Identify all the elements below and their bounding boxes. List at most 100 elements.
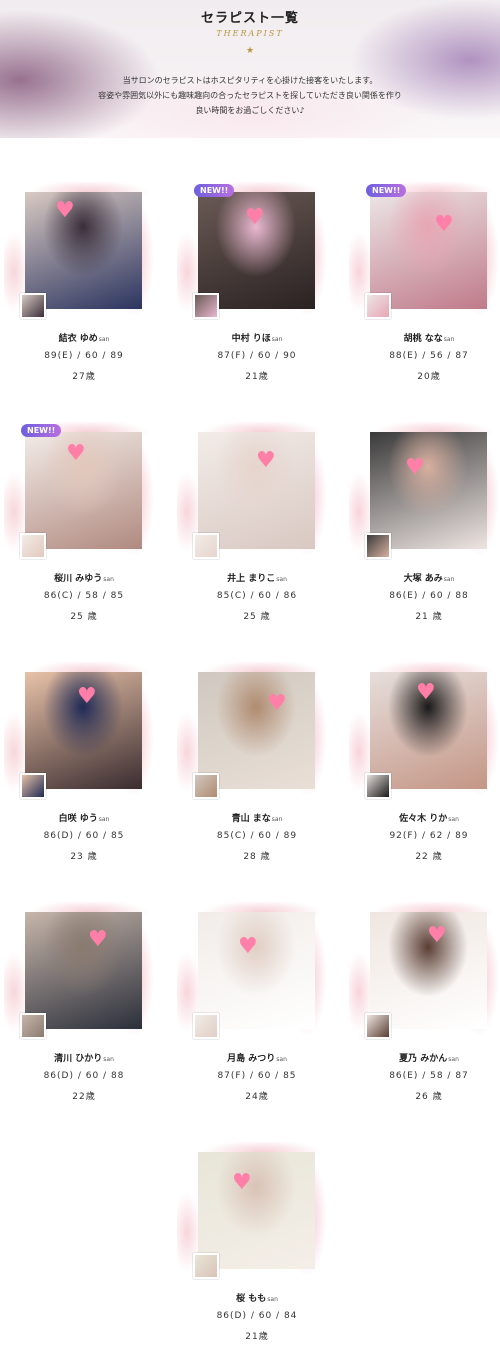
therapist-name[interactable]: 桜 ももsan (182, 1291, 332, 1304)
therapist-photo[interactable]: ♥ (198, 672, 315, 789)
therapist-measurements: 88(E) / 56 / 87 (389, 351, 469, 361)
page-title: セラピスト一覧 (200, 11, 299, 26)
heart-icon: ♥ (238, 934, 258, 959)
therapist-photo[interactable]: ♥ (198, 192, 315, 309)
therapist-card[interactable]: ♥ 夏乃 みかんsan 86(E) / 58 / 87 26 歳 (349, 902, 500, 1117)
therapist-card[interactable]: NEW!! ♥ 中村 りほsan 87(F) / 60 / 90 21歳 (177, 182, 332, 397)
san-label: san (276, 1056, 287, 1063)
therapist-age: 20歳 (417, 372, 441, 382)
therapist-name[interactable]: 結衣 ゆめsan (9, 331, 159, 344)
therapist-name[interactable]: 中村 りほsan (182, 331, 332, 344)
therapist-name[interactable]: 清川 ひかりsan (9, 1051, 159, 1064)
therapist-age: 22歳 (72, 1092, 96, 1102)
therapist-card[interactable]: NEW!! ♥ 桜川 みゆうsan 86(C) / 58 / 85 25 歳 (4, 422, 159, 637)
therapist-name[interactable]: 夏乃 みかんsan (354, 1051, 500, 1064)
therapist-name-text: 夏乃 みかん (399, 1054, 448, 1064)
therapist-age: 21歳 (245, 372, 269, 382)
therapist-thumbnail[interactable] (20, 293, 46, 319)
therapist-card[interactable]: ♥ 青山 まなsan 85(C) / 60 / 89 28 歳 (177, 662, 332, 877)
therapist-age: 26 歳 (415, 1092, 443, 1102)
heart-icon: ♥ (267, 691, 287, 716)
therapist-name-text: 青山 まな (231, 814, 271, 824)
therapist-thumbnail[interactable] (193, 1253, 219, 1279)
heart-icon: ♥ (55, 198, 75, 223)
therapist-measurements: 87(F) / 60 / 90 (217, 351, 297, 361)
page-subtitle: THERAPIST (216, 29, 284, 38)
therapist-measurements: 85(C) / 60 / 89 (216, 831, 298, 841)
therapist-card[interactable]: ♥ 桜 ももsan 86(D) / 60 / 84 21歳 (177, 1142, 332, 1357)
therapist-card[interactable]: ♥ 井上 まりこsan 85(C) / 60 / 86 25 歳 (177, 422, 332, 637)
therapist-name-text: 佐々木 りか (399, 814, 448, 824)
heart-icon: ♥ (245, 205, 265, 230)
san-label: san (98, 336, 110, 343)
therapist-thumbnail[interactable] (365, 773, 391, 799)
therapist-card[interactable]: ♥ 結衣 ゆめsan 89(E) / 60 / 89 27歳 (4, 182, 159, 397)
heart-icon: ♥ (88, 927, 108, 952)
heart-icon: ♥ (232, 1170, 252, 1195)
therapist-name-text: 白咲 ゆう (58, 814, 98, 824)
therapist-thumbnail[interactable] (365, 293, 391, 319)
therapist-thumbnail[interactable] (193, 1013, 219, 1039)
therapist-thumbnail[interactable] (193, 293, 219, 319)
therapist-photo[interactable]: ♥ (370, 192, 487, 309)
therapist-name[interactable]: 大塚 あみsan (354, 571, 500, 584)
therapist-thumbnail[interactable] (20, 1013, 46, 1039)
intro-line: 当サロンのセラピストはホスピタリティを心掛けた接客をいたします。 (122, 76, 378, 85)
san-label: san (443, 576, 455, 583)
therapist-measurements: 87(F) / 60 / 85 (217, 1071, 297, 1081)
therapist-measurements: 86(E) / 60 / 88 (389, 591, 469, 601)
san-label: san (103, 576, 114, 583)
therapist-photo[interactable]: ♥ (25, 912, 142, 1029)
therapist-photo[interactable]: ♥ (198, 432, 315, 549)
therapist-name[interactable]: 月島 みつりsan (182, 1051, 332, 1064)
new-badge: NEW!! (366, 184, 407, 197)
therapist-name[interactable]: 桜川 みゆうsan (9, 571, 159, 584)
therapist-name-text: 桜 もも (236, 1294, 267, 1304)
heart-icon: ♥ (434, 212, 454, 237)
therapist-name[interactable]: 井上 まりこsan (182, 571, 332, 584)
therapist-thumbnail[interactable] (365, 1013, 391, 1039)
therapist-measurements: 86(C) / 58 / 85 (43, 591, 125, 601)
therapist-measurements: 86(D) / 60 / 85 (43, 831, 125, 841)
therapist-card[interactable]: ♥ 大塚 あみsan 86(E) / 60 / 88 21 歳 (349, 422, 500, 637)
therapist-photo[interactable]: ♥ (25, 672, 142, 789)
therapist-name-text: 月島 みつり (227, 1054, 276, 1064)
therapist-card[interactable]: ♥ 白咲 ゆうsan 86(D) / 60 / 85 23 歳 (4, 662, 159, 877)
therapist-thumbnail[interactable] (20, 773, 46, 799)
therapist-card[interactable]: ♥ 佐々木 りかsan 92(F) / 62 / 89 22 歳 (349, 662, 500, 877)
therapist-name[interactable]: 青山 まなsan (182, 811, 332, 824)
therapist-card[interactable]: ♥ 清川 ひかりsan 86(D) / 60 / 88 22歳 (4, 902, 159, 1117)
heart-icon: ♥ (405, 455, 425, 480)
therapist-age: 21歳 (245, 1332, 269, 1342)
therapist-thumbnail[interactable] (365, 533, 391, 559)
therapist-photo[interactable]: ♥ (25, 432, 142, 549)
therapist-photo[interactable]: ♥ (25, 192, 142, 309)
therapist-thumbnail[interactable] (20, 533, 46, 559)
therapist-measurements: 92(F) / 62 / 89 (389, 831, 469, 841)
san-label: san (267, 1296, 278, 1303)
san-label: san (448, 1056, 459, 1063)
therapist-thumbnail[interactable] (193, 533, 219, 559)
therapist-name-text: 結衣 ゆめ (58, 334, 98, 344)
therapist-photo[interactable]: ♥ (370, 672, 487, 789)
therapist-photo[interactable]: ♥ (198, 1152, 315, 1269)
therapist-name[interactable]: 胡桃 ななsan (354, 331, 500, 344)
therapist-card[interactable]: NEW!! ♥ 胡桃 ななsan 88(E) / 56 / 87 20歳 (349, 182, 500, 397)
therapist-name[interactable]: 白咲 ゆうsan (9, 811, 159, 824)
therapist-age: 27歳 (72, 372, 96, 382)
therapist-photo[interactable]: ♥ (198, 912, 315, 1029)
therapist-card[interactable]: ♥ 月島 みつりsan 87(F) / 60 / 85 24歳 (177, 902, 332, 1117)
new-badge: NEW!! (194, 184, 235, 197)
therapist-age: 25 歳 (70, 612, 98, 622)
san-label: san (103, 1056, 114, 1063)
therapist-thumbnail[interactable] (193, 773, 219, 799)
therapist-photo[interactable]: ♥ (370, 432, 487, 549)
therapist-age: 22 歳 (415, 852, 443, 862)
san-label: san (276, 576, 287, 583)
therapist-name-text: 中村 りほ (231, 334, 271, 344)
page-header: セラピスト一覧 THERAPIST ★ 当サロンのセラピストはホスピタリティを心… (0, 0, 500, 138)
san-label: san (443, 336, 455, 343)
therapist-name[interactable]: 佐々木 りかsan (354, 811, 500, 824)
therapist-photo[interactable]: ♥ (370, 912, 487, 1029)
therapist-age: 24歳 (245, 1092, 269, 1102)
